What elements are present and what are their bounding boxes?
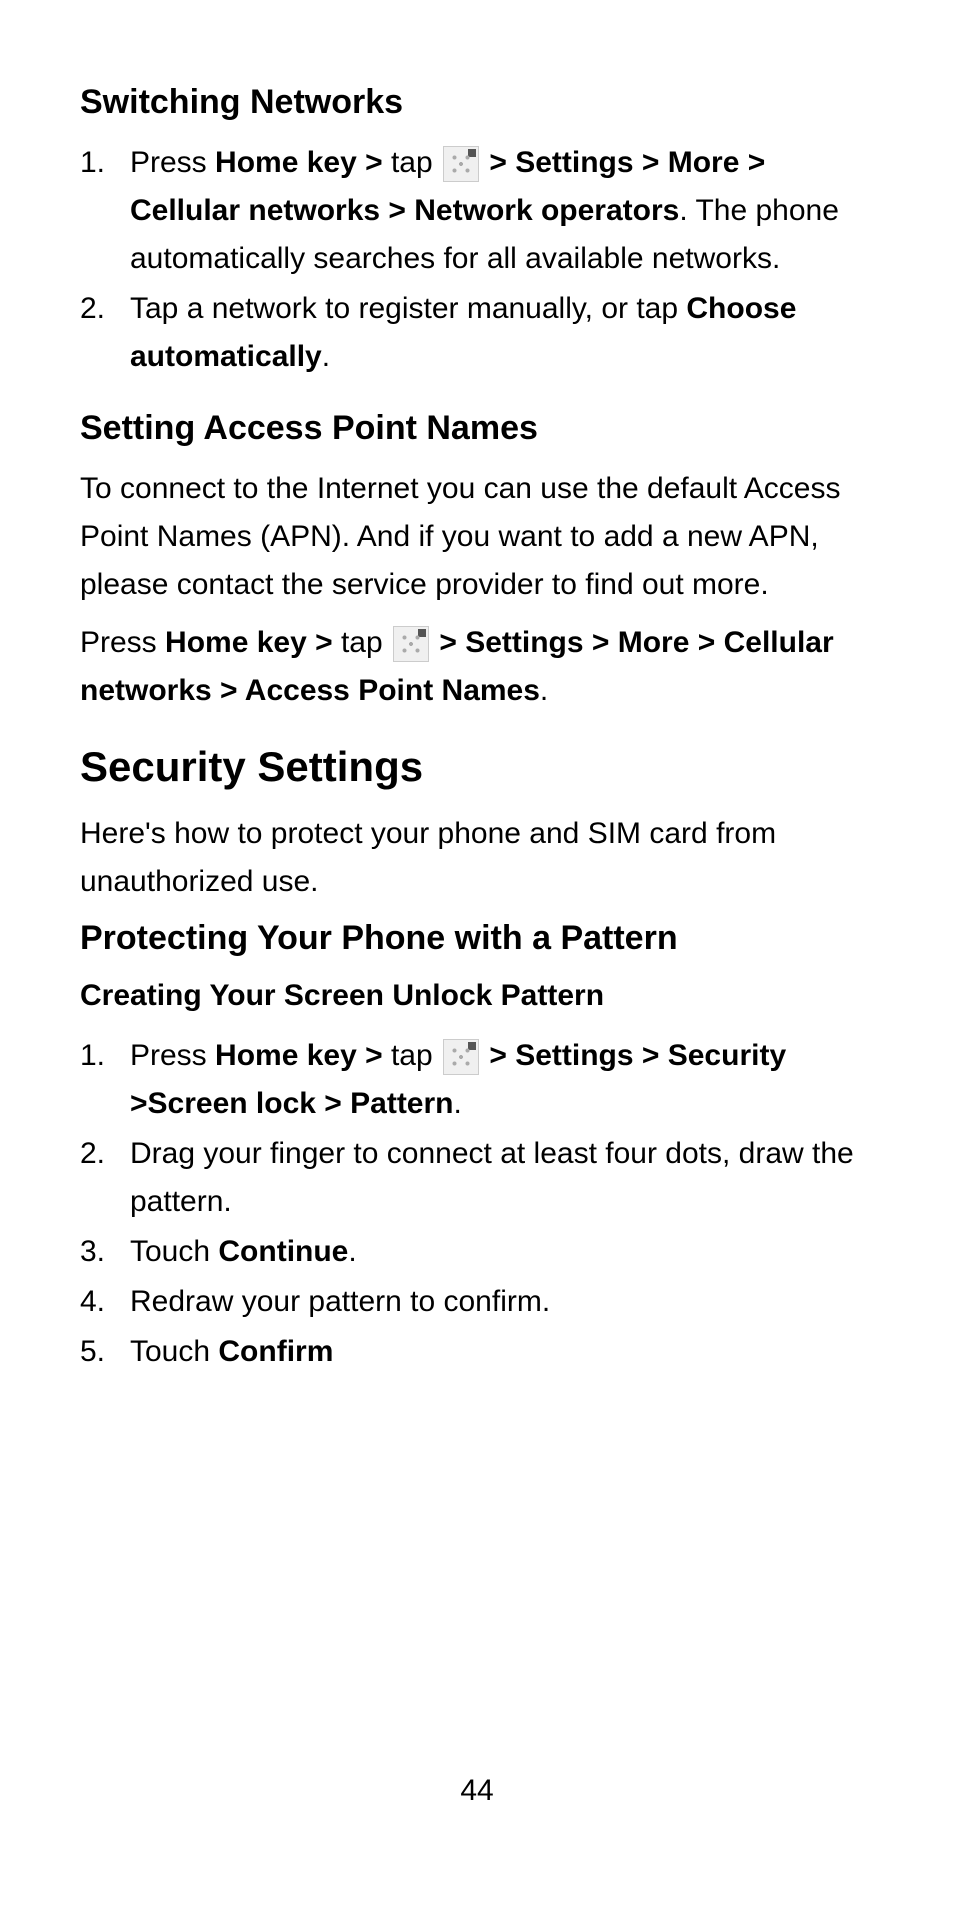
text: . [540,674,548,707]
text: Tap a network to register manually, or t… [130,292,686,325]
apps-icon [443,146,479,182]
page-number: 44 [0,1774,954,1808]
heading-apn: Setting Access Point Names [80,406,874,450]
apps-icon [443,1039,479,1075]
step-number: 2. [80,285,130,381]
steps-switching-networks: 1. Press Home key > tap > Settings > Mor… [80,139,874,381]
list-item: 1. Press Home key > tap > Settings > Mor… [80,139,874,283]
step-number: 3. [80,1228,130,1276]
text: . [454,1087,462,1120]
text: . [348,1235,356,1268]
step-content: Drag your finger to connect at least fou… [130,1130,874,1226]
step-number: 1. [80,139,130,283]
heading-switching-networks: Switching Networks [80,80,874,124]
step-number: 1. [80,1032,130,1128]
paragraph-apn-intro: To connect to the Internet you can use t… [80,465,874,609]
text-bold: Home key > [165,626,341,659]
step-content: Redraw your pattern to confirm. [130,1278,874,1326]
step-number: 5. [80,1328,130,1376]
text: tap [341,626,391,659]
text: Touch [130,1235,218,1268]
apps-icon [393,626,429,662]
step-content: Tap a network to register manually, or t… [130,285,874,381]
list-item: 1. Press Home key > tap > Settings > Sec… [80,1032,874,1128]
list-item: 2. Tap a network to register manually, o… [80,285,874,381]
step-content: Press Home key > tap > Settings > More >… [130,139,874,283]
paragraph-security-intro: Here's how to protect your phone and SIM… [80,810,874,906]
text-bold: Home key > [215,146,391,179]
list-item: 3. Touch Continue. [80,1228,874,1276]
text: Press [130,146,215,179]
text-bold: Home key > [215,1039,391,1072]
step-content: Touch Confirm [130,1328,874,1376]
list-item: 5. Touch Confirm [80,1328,874,1376]
text: tap [391,146,441,179]
text-bold: Confirm [218,1335,333,1368]
text: tap [391,1039,441,1072]
step-content: Touch Continue. [130,1228,874,1276]
text: . [322,340,330,373]
text: Press [130,1039,215,1072]
paragraph-apn-path: Press Home key > tap > Settings > More >… [80,619,874,715]
heading-security-settings: Security Settings [80,740,874,795]
heading-create-pattern: Creating Your Screen Unlock Pattern [80,975,874,1017]
step-number: 4. [80,1278,130,1326]
text-bold: Continue [218,1235,348,1268]
step-content: Press Home key > tap > Settings > Securi… [130,1032,874,1128]
text: Press [80,626,165,659]
heading-pattern-protect: Protecting Your Phone with a Pattern [80,916,874,960]
list-item: 4. Redraw your pattern to confirm. [80,1278,874,1326]
text: Touch [130,1335,218,1368]
step-number: 2. [80,1130,130,1226]
steps-create-pattern: 1. Press Home key > tap > Settings > Sec… [80,1032,874,1376]
list-item: 2. Drag your finger to connect at least … [80,1130,874,1226]
